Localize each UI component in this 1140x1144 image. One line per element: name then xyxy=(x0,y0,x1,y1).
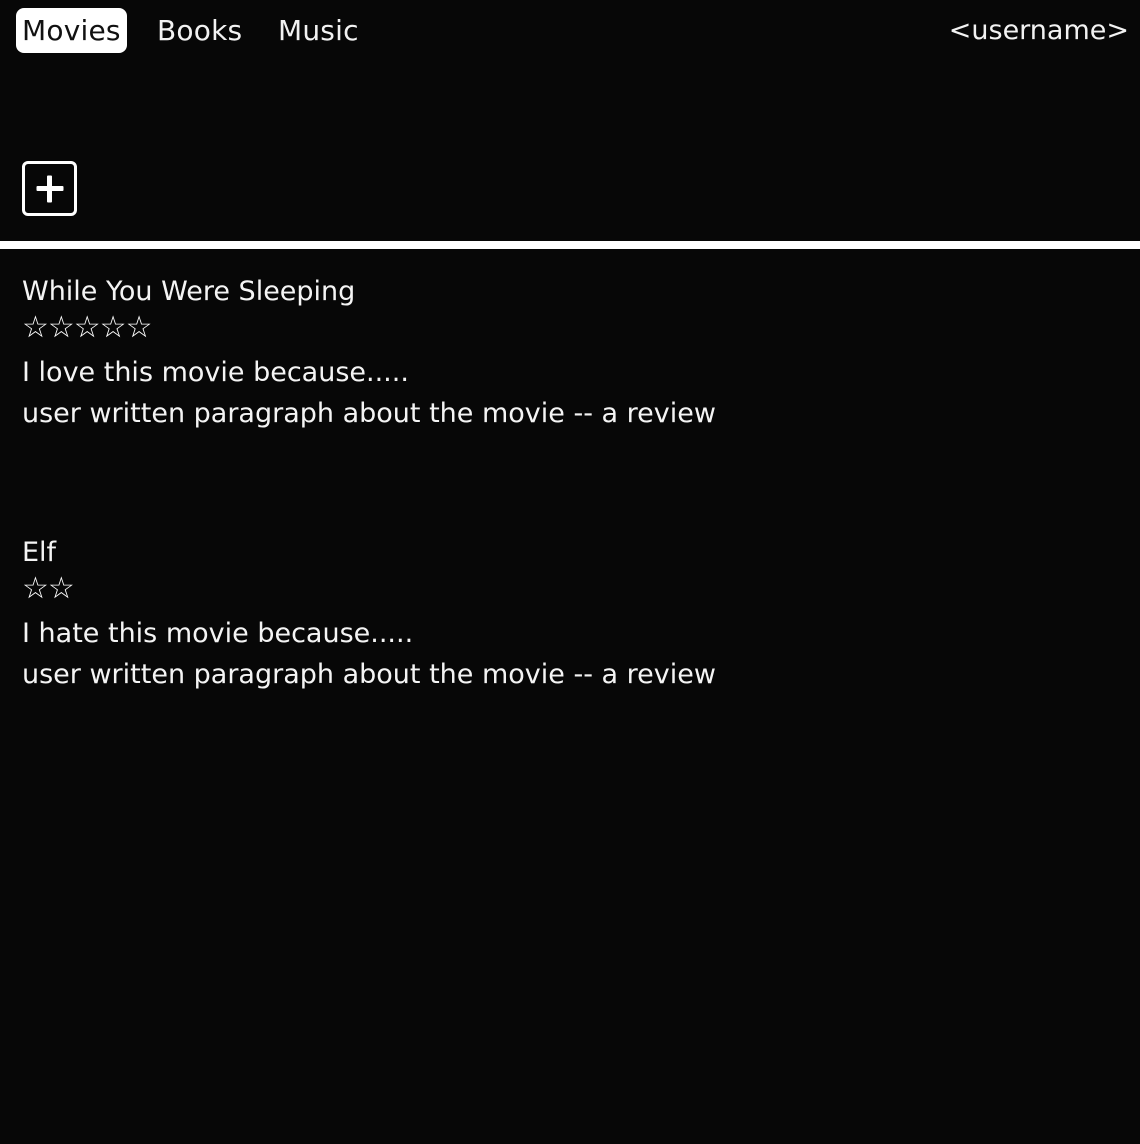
review-item: Elf ☆☆ I hate this movie because..... us… xyxy=(22,536,1022,695)
username-link[interactable]: <username> xyxy=(949,8,1129,53)
review-text: user written paragraph about the movie -… xyxy=(22,659,716,690)
top-nav: Movies Books Music <username> xyxy=(0,0,1140,62)
review-text: user written paragraph about the movie -… xyxy=(22,398,716,429)
plus-icon xyxy=(36,175,63,202)
tab-books[interactable]: Books xyxy=(157,8,242,53)
app-root: Movies Books Music <username> While You … xyxy=(0,0,1140,1144)
review-title: While You Were Sleeping xyxy=(22,276,356,307)
tab-movies[interactable]: Movies xyxy=(16,8,127,53)
review-text: I love this movie because..... xyxy=(22,357,409,388)
review-text: I hate this movie because..... xyxy=(22,618,414,649)
tab-music[interactable]: Music xyxy=(278,8,359,53)
review-title: Elf xyxy=(22,537,57,568)
divider xyxy=(0,241,1140,249)
star-rating: ☆☆ xyxy=(22,571,75,606)
star-rating: ☆☆☆☆☆ xyxy=(22,310,152,345)
review-item: While You Were Sleeping ☆☆☆☆☆ I love thi… xyxy=(22,275,1022,434)
add-review-button[interactable] xyxy=(22,161,77,216)
